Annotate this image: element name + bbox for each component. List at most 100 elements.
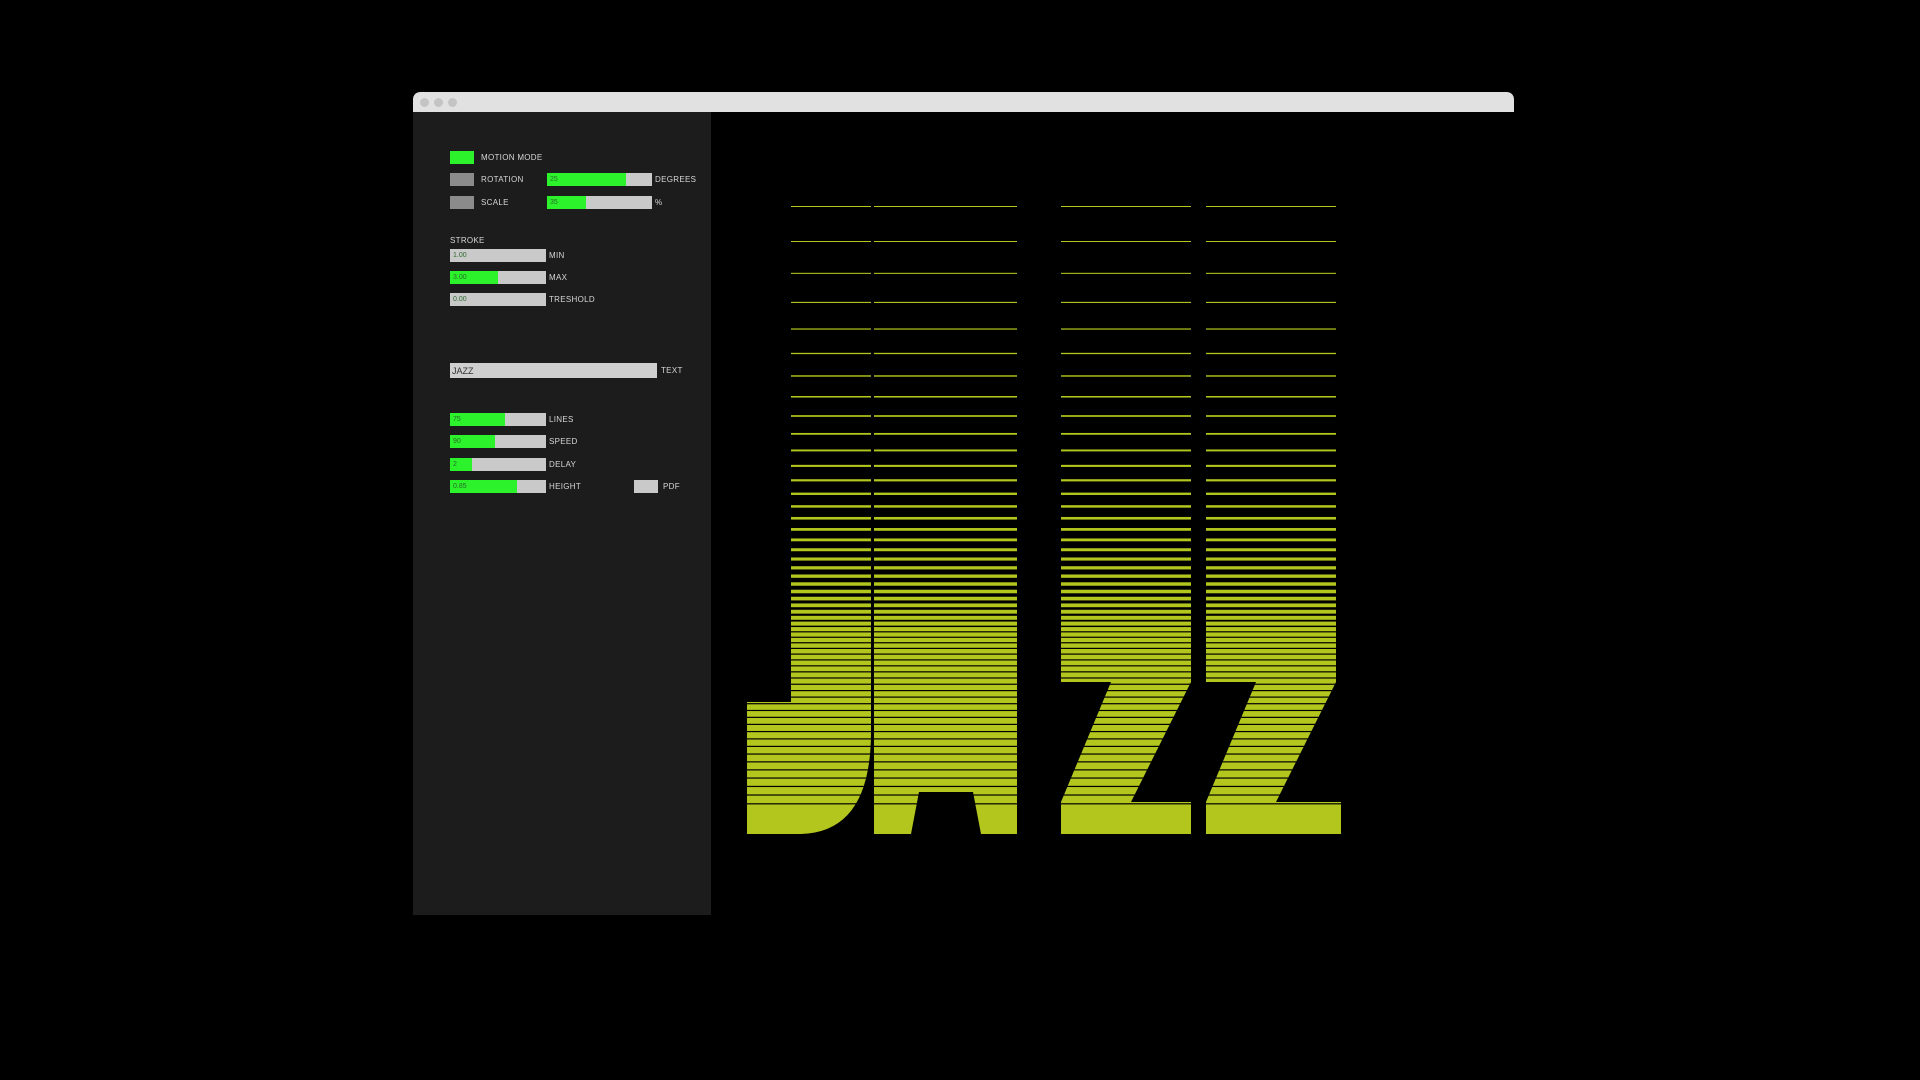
art-line — [747, 704, 1341, 710]
close-button[interactable] — [420, 98, 429, 107]
scale-unit: % — [655, 198, 663, 207]
art-line — [747, 778, 1341, 786]
art-line — [747, 609, 1341, 614]
pdf-export-button[interactable] — [634, 480, 658, 493]
art-line — [747, 352, 1341, 355]
art-line — [747, 596, 1341, 601]
art-line — [747, 328, 1341, 330]
art-line — [747, 678, 1341, 684]
height-value: 0.85 — [453, 483, 467, 490]
art-line — [747, 787, 1341, 795]
rotation-slider-fill — [547, 173, 626, 186]
art-line — [747, 432, 1341, 435]
delay-label: DELAY — [549, 460, 577, 469]
art-line — [747, 739, 1341, 746]
rotation-label: ROTATION — [481, 175, 524, 184]
art-line — [747, 566, 1341, 570]
art-line — [747, 241, 1341, 243]
art-line — [747, 672, 1341, 678]
maximize-button[interactable] — [448, 98, 457, 107]
art-line — [747, 574, 1341, 578]
art-line — [747, 660, 1341, 666]
art-line — [747, 449, 1341, 452]
art-line — [747, 415, 1341, 417]
art-line — [747, 603, 1341, 608]
art-line — [747, 770, 1341, 778]
speed-slider[interactable]: 90 — [450, 435, 546, 448]
minimize-button[interactable] — [434, 98, 443, 107]
height-label: HEIGHT — [549, 482, 582, 491]
art-line — [747, 632, 1341, 637]
art-line — [747, 516, 1341, 520]
rotation-toggle[interactable] — [450, 173, 474, 186]
speed-label: SPEED — [549, 437, 578, 446]
art-line — [747, 589, 1341, 594]
art-line — [747, 732, 1341, 739]
motion-mode-toggle[interactable] — [450, 151, 474, 164]
rotation-slider[interactable]: 25 — [547, 173, 652, 186]
stroke-heading: STROKE — [450, 236, 485, 245]
rotation-value: 25 — [550, 176, 558, 183]
art-line — [747, 648, 1341, 654]
scale-value: 35 — [550, 199, 558, 206]
app-window: MOTION MODE ROTATION 25 DEGREES SCALE 35… — [413, 92, 1514, 915]
art-line — [747, 754, 1341, 762]
art-line — [747, 684, 1341, 691]
art-line — [747, 762, 1341, 770]
art-line — [747, 557, 1341, 561]
control-panel: MOTION MODE ROTATION 25 DEGREES SCALE 35… — [413, 112, 711, 915]
stroke-min-value: 1.00 — [453, 252, 467, 259]
art-line — [747, 464, 1341, 467]
art-line — [747, 804, 1341, 813]
stroke-min-slider[interactable]: 1.00 — [450, 249, 546, 262]
scale-label: SCALE — [481, 198, 509, 207]
pdf-label: PDF — [663, 482, 680, 491]
art-line — [747, 697, 1341, 704]
delay-slider[interactable]: 2 — [450, 458, 546, 471]
text-input[interactable] — [450, 363, 657, 378]
art-line — [747, 643, 1341, 648]
art-line — [747, 795, 1341, 804]
art-line — [747, 301, 1341, 303]
speed-value: 90 — [453, 438, 461, 445]
text-input-label: TEXT — [661, 366, 683, 375]
art-line — [747, 479, 1341, 482]
art-line — [747, 724, 1341, 731]
art-line — [747, 691, 1341, 697]
art-line — [747, 538, 1341, 542]
art-line — [747, 746, 1341, 754]
art-line — [747, 717, 1341, 724]
art-line — [747, 654, 1341, 660]
motion-mode-label: MOTION MODE — [481, 153, 543, 162]
stroke-treshold-label: TRESHOLD — [549, 295, 595, 304]
lines-slider[interactable]: 75 — [450, 413, 546, 426]
stroke-max-label: MAX — [549, 273, 568, 282]
delay-value: 2 — [453, 461, 457, 468]
art-line — [747, 548, 1341, 552]
art-line — [747, 272, 1341, 274]
art-line — [747, 505, 1341, 508]
scale-slider[interactable]: 35 — [547, 196, 652, 209]
window-titlebar — [413, 92, 1514, 112]
art-line — [747, 395, 1341, 398]
art-line — [747, 627, 1341, 632]
stroke-treshold-slider[interactable]: 0.00 — [450, 293, 546, 306]
art-solid-base — [747, 812, 1341, 834]
stroke-min-label: MIN — [549, 251, 565, 260]
stroke-max-slider[interactable]: 3.00 — [450, 271, 546, 284]
art-line — [747, 375, 1341, 377]
lines-value: 75 — [453, 416, 461, 423]
art-line — [747, 582, 1341, 586]
art-line — [747, 666, 1341, 672]
art-line — [747, 528, 1341, 531]
art-line — [747, 615, 1341, 620]
height-slider[interactable]: 0.85 — [450, 480, 546, 493]
stroke-treshold-value: 0.00 — [453, 296, 467, 303]
lines-label: LINES — [549, 415, 574, 424]
art-line — [747, 206, 1341, 207]
artwork-canvas — [711, 112, 1514, 915]
scale-toggle[interactable] — [450, 196, 474, 209]
art-line — [747, 637, 1341, 643]
rotation-unit: DEGREES — [655, 175, 697, 184]
jazz-line-artwork — [747, 206, 1341, 834]
